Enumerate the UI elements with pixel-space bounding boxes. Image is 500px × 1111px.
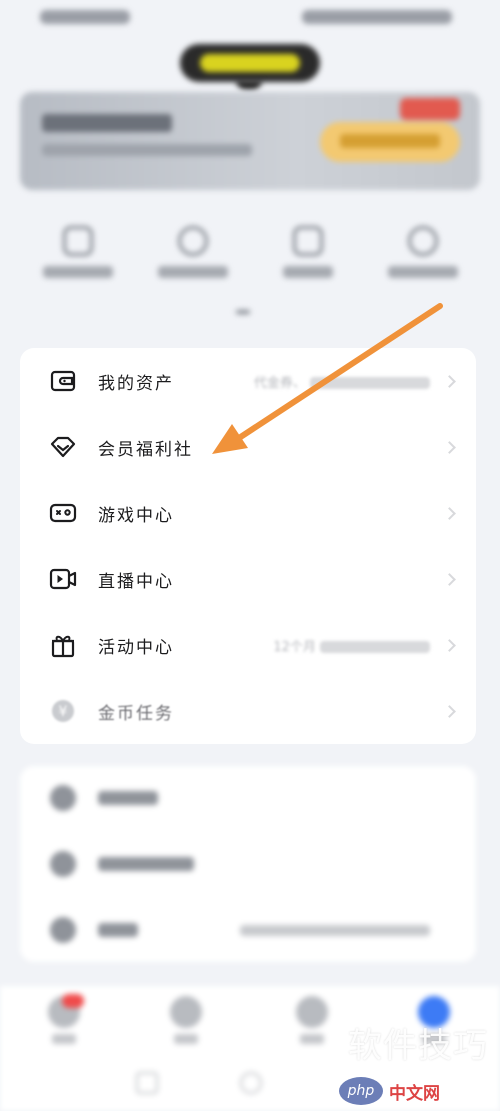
banner-button-text-blurred [340, 134, 440, 148]
menu-extra-text: 12个月 [273, 639, 316, 655]
nav-label [52, 1034, 76, 1044]
watermark-logo: php 中文网 [339, 1077, 440, 1105]
menu-item-extra: 12个月 [273, 636, 430, 655]
row-label-blurred [98, 791, 158, 805]
row-label-blurred [98, 923, 138, 937]
quick-action-label [387, 266, 458, 278]
row-icon [50, 917, 76, 943]
gift-icon [48, 630, 78, 660]
settings-row-1[interactable] [20, 766, 476, 832]
quick-actions-row [20, 226, 480, 296]
system-home-button[interactable] [240, 1072, 262, 1094]
quick-action-icon [407, 226, 438, 256]
notification-badge [62, 994, 84, 1008]
menu-item-extra: 代金券、 [254, 372, 430, 391]
chevron-right-icon [443, 374, 456, 388]
quick-action-1[interactable] [33, 226, 123, 296]
quick-action-label [42, 266, 113, 278]
status-bar [0, 0, 500, 36]
quick-action-4[interactable] [378, 226, 468, 296]
chevron-right-icon [443, 506, 456, 520]
live-video-icon [48, 564, 78, 594]
nav-tab-2[interactable] [166, 996, 206, 1044]
menu-item-member-welfare[interactable]: 会员福利社 [20, 414, 476, 480]
pill-tail [236, 80, 262, 90]
status-system-icons [302, 10, 452, 24]
row-icon [50, 785, 76, 811]
settings-row-2[interactable] [20, 832, 476, 898]
banner-subtitle-blurred [42, 144, 252, 156]
nav-tab-1[interactable] [44, 994, 84, 1044]
row-icon [50, 851, 76, 877]
menu-extra-text: 代金券、 [253, 375, 306, 391]
quick-action-3[interactable] [263, 226, 353, 296]
blurred-text [320, 641, 430, 653]
settings-row-3[interactable] [20, 898, 476, 964]
quick-action-icon [62, 226, 93, 256]
menu-item-label: 会员福利社 [98, 439, 193, 460]
wallet-icon [48, 366, 78, 396]
chevron-right-icon [443, 704, 456, 718]
menu-item-coin-tasks[interactable]: ¥ 金币任务 [20, 678, 476, 744]
chevron-right-icon [443, 638, 456, 652]
settings-card [20, 766, 476, 962]
row-label-blurred [98, 857, 194, 871]
menu-item-label: 我的资产 [98, 373, 174, 394]
menu-item-live-center[interactable]: 直播中心 [20, 546, 476, 612]
nav-label [174, 1034, 198, 1044]
nav-icon [170, 996, 202, 1028]
quick-action-icon [177, 226, 208, 256]
quick-action-label [157, 266, 228, 278]
banner-badge [400, 98, 460, 120]
menu-item-game-center[interactable]: 游戏中心 [20, 480, 476, 546]
menu-item-label: 直播中心 [98, 571, 174, 592]
diamond-icon [48, 432, 78, 462]
quick-action-icon [292, 226, 323, 256]
system-back-button[interactable] [136, 1072, 158, 1094]
status-time-area [40, 10, 130, 24]
blurred-text [310, 377, 430, 389]
nav-label [300, 1034, 324, 1044]
menu-item-my-assets[interactable]: 我的资产 代金券、 [20, 348, 476, 414]
chevron-right-icon [443, 440, 456, 454]
svg-text:¥: ¥ [59, 704, 68, 720]
gamepad-icon [48, 498, 78, 528]
services-menu-card: 我的资产 代金券、 会员福利社 游戏中心 直播中心 活动中心 12个月 ¥ 金币… [20, 348, 476, 744]
banner-title-blurred [42, 114, 172, 132]
nav-icon [296, 996, 328, 1028]
nav-tab-3[interactable] [292, 996, 332, 1044]
yuan-coin-icon: ¥ [48, 696, 78, 726]
menu-item-label: 活动中心 [98, 637, 174, 658]
quick-action-label [282, 266, 333, 278]
menu-item-label: 金币任务 [98, 703, 174, 724]
floating-pill-tooltip[interactable] [180, 44, 320, 82]
menu-item-label: 游戏中心 [98, 505, 174, 526]
chevron-right-icon [443, 572, 456, 586]
quick-action-2[interactable] [148, 226, 238, 296]
watermark-text: 软件技巧 [348, 1026, 488, 1066]
php-logo-badge: php [339, 1077, 383, 1105]
menu-item-activity-center[interactable]: 活动中心 12个月 [20, 612, 476, 678]
page-indicator [236, 310, 250, 314]
row-extra-blurred [240, 925, 430, 936]
pill-text-blurred [200, 54, 300, 72]
watermark-site-name: 中文网 [389, 1083, 440, 1104]
membership-banner[interactable] [20, 92, 480, 190]
